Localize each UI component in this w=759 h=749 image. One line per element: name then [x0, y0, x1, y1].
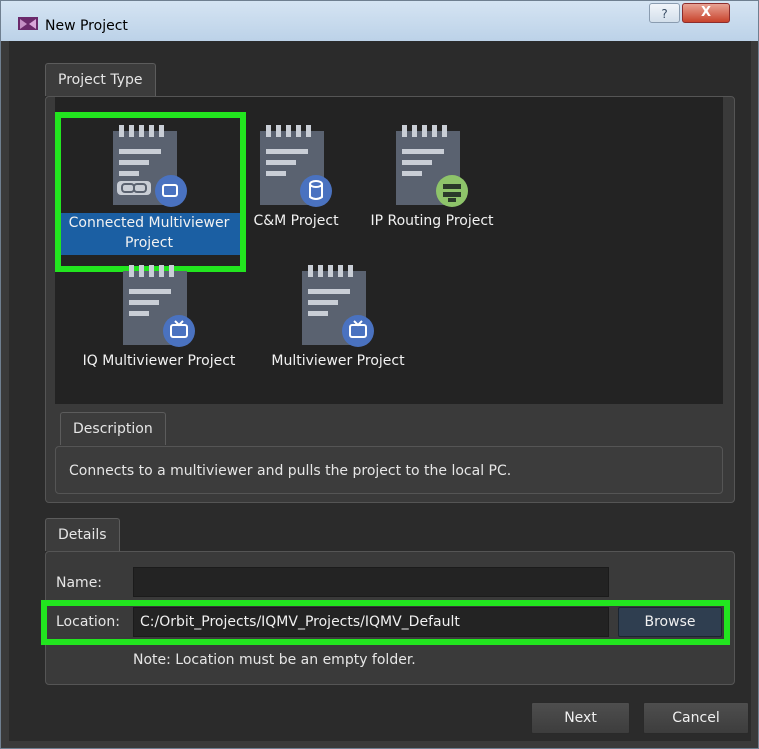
title-bar[interactable]: New Project ? X [1, 1, 758, 41]
multiviewer-icon [302, 265, 374, 347]
close-button[interactable]: X [682, 3, 730, 23]
help-button[interactable]: ? [649, 3, 680, 23]
next-button[interactable]: Next [531, 702, 630, 734]
project-item-multiviewer[interactable]: Multiviewer Project [263, 263, 413, 403]
project-item-cm[interactable]: C&M Project [245, 123, 347, 263]
cm-project-icon [260, 125, 332, 207]
project-item-ip-routing[interactable]: IP Routing Project [359, 123, 505, 263]
app-icon [18, 17, 38, 30]
ip-routing-icon [396, 125, 468, 207]
location-highlight [41, 600, 730, 645]
project-item-label: IP Routing Project [370, 213, 494, 229]
description-text: Connects to a multiviewer and pulls the … [69, 463, 512, 479]
tab-description: Description [60, 412, 166, 445]
project-item-label: Multiviewer Project [271, 353, 405, 369]
connected-multiviewer-highlight [55, 112, 246, 272]
project-item-label: C&M Project [253, 213, 339, 229]
window-title: New Project [45, 18, 128, 34]
name-input[interactable] [133, 567, 609, 597]
iq-multiviewer-icon [123, 265, 195, 347]
project-item-iq-multiviewer[interactable]: IQ Multiviewer Project [71, 263, 247, 403]
tab-details: Details [45, 518, 120, 551]
location-note: Note: Location must be an empty folder. [133, 652, 416, 668]
tab-project-type: Project Type [45, 63, 156, 96]
project-item-label: IQ Multiviewer Project [82, 353, 236, 369]
new-project-dialog: New Project ? X Project Type Connected M… [0, 0, 759, 749]
name-label: Name: [56, 575, 103, 591]
cancel-button[interactable]: Cancel [643, 702, 749, 734]
